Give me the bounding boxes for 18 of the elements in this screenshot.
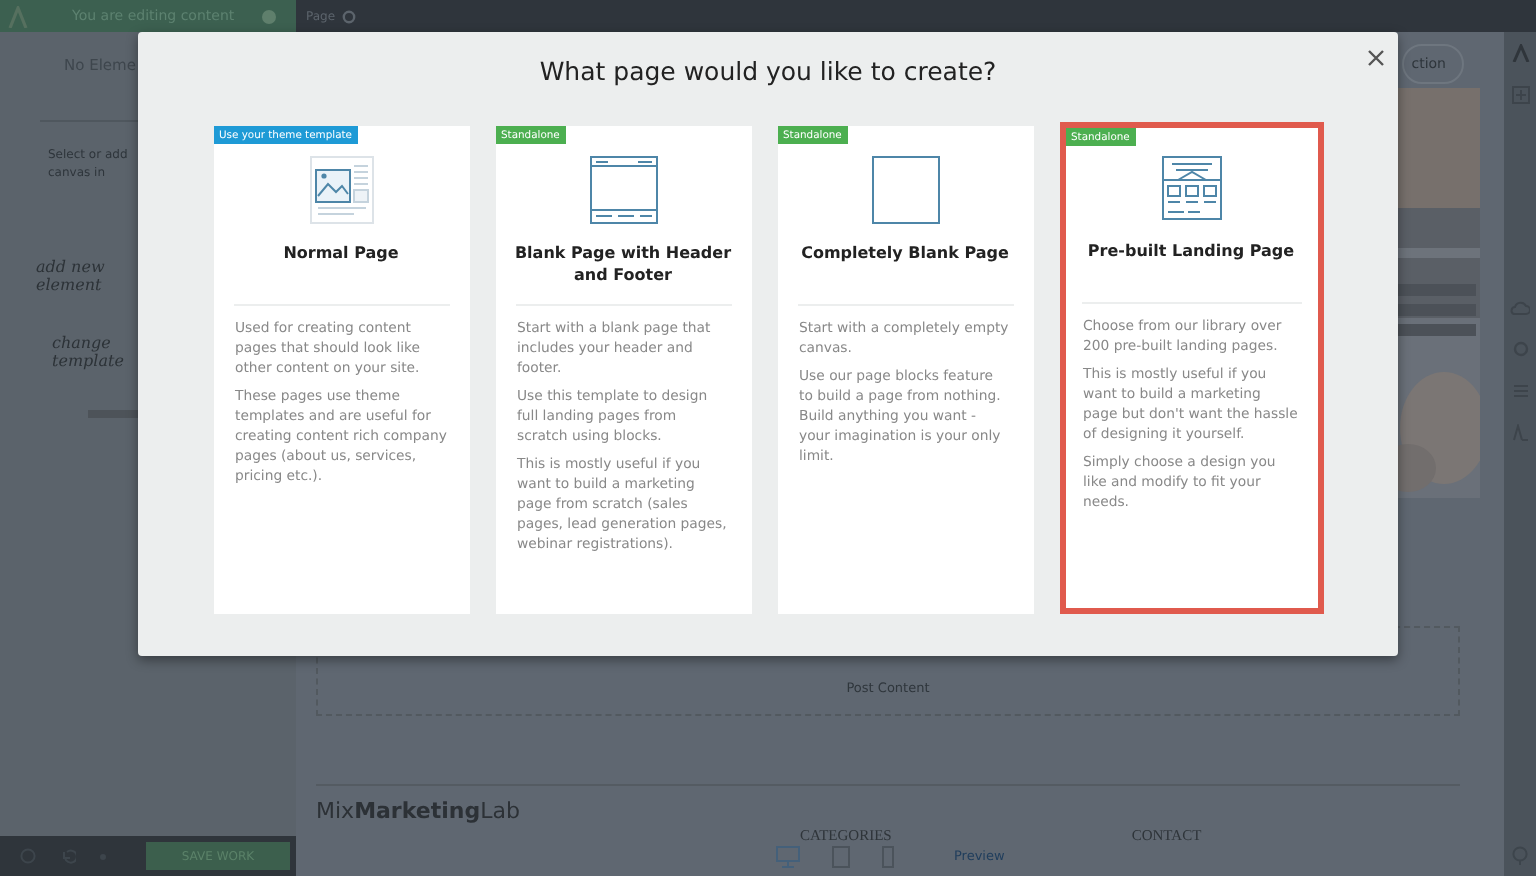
landing-page-icon (1161, 156, 1221, 220)
card-title: Normal Page (283, 244, 399, 266)
logo-icon[interactable] (1511, 44, 1529, 62)
brand-logo: MixMarketingLab (316, 798, 522, 826)
logo-icon[interactable] (8, 5, 28, 27)
desktop-icon[interactable] (776, 845, 800, 867)
browser-window-icon (589, 156, 657, 224)
close-icon[interactable] (1368, 50, 1384, 66)
blank-page-icon (871, 156, 939, 224)
card-title: Blank Page with Header and Footer (512, 244, 734, 287)
dialog-title: What page would you like to create? (539, 56, 997, 90)
card-title: Pre-built Landing Page (1087, 242, 1295, 264)
page-option-card[interactable] (1059, 122, 1323, 614)
page-option-card[interactable] (495, 126, 751, 614)
page-layout-icon (309, 156, 373, 224)
info-icon[interactable] (262, 9, 277, 23)
page-option-card[interactable] (213, 126, 469, 614)
card-title: Completely Blank Page (801, 244, 1009, 266)
